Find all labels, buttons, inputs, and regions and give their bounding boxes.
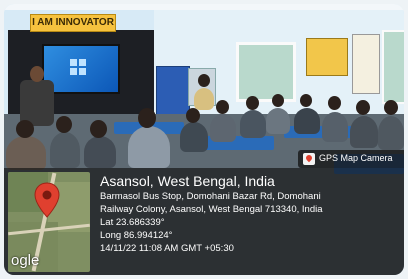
student-head bbox=[300, 94, 312, 107]
student bbox=[84, 136, 116, 168]
latitude: Lat 23.686339° bbox=[100, 217, 165, 228]
student-head bbox=[198, 74, 210, 87]
window-right bbox=[382, 30, 404, 104]
student-head bbox=[90, 120, 107, 138]
student-head bbox=[186, 108, 200, 123]
gps-map-camera-icon bbox=[303, 153, 315, 165]
teacher-head bbox=[30, 66, 44, 82]
student bbox=[266, 108, 290, 134]
gps-map-camera-tag: GPS Map Camera bbox=[298, 150, 404, 168]
wall-poster bbox=[306, 38, 348, 76]
student-head bbox=[16, 120, 34, 138]
student bbox=[6, 136, 46, 170]
address-line-2: Railway Colony, Asansol, West Bengal 713… bbox=[100, 204, 323, 215]
ceiling bbox=[4, 4, 404, 10]
student bbox=[50, 132, 80, 168]
map-logo-text: ogle bbox=[11, 252, 40, 269]
student bbox=[194, 88, 214, 110]
wall-chart bbox=[352, 34, 380, 94]
student bbox=[350, 116, 378, 148]
student-head bbox=[272, 94, 284, 107]
student-head bbox=[384, 100, 398, 115]
longitude: Long 86.994124° bbox=[100, 230, 173, 241]
windows-logo-icon bbox=[70, 59, 86, 75]
student-head bbox=[246, 96, 259, 110]
student-head bbox=[216, 100, 229, 114]
gps-map-camera-label: GPS Map Camera bbox=[319, 153, 393, 163]
location-info: Asansol, West Bengal, India Barmasol Bus… bbox=[100, 172, 400, 255]
student-head bbox=[138, 108, 156, 128]
student-head bbox=[56, 116, 72, 133]
innovator-banner: I AM INNOVATOR bbox=[30, 14, 116, 32]
student bbox=[128, 126, 170, 168]
student bbox=[378, 116, 404, 150]
student bbox=[240, 110, 266, 138]
student bbox=[322, 112, 348, 142]
photo-frame: I AM INNOVATOR GPS Map Camera ogle Asans… bbox=[4, 4, 404, 275]
student bbox=[180, 122, 208, 152]
location-title: Asansol, West Bengal, India bbox=[100, 173, 275, 189]
mini-map: ogle bbox=[8, 172, 90, 272]
student bbox=[210, 114, 236, 142]
window bbox=[236, 42, 296, 102]
address-line-1: Barmasol Bus Stop, Domohani Bazar Rd, Do… bbox=[100, 191, 321, 202]
location-pin-icon bbox=[34, 182, 60, 218]
student bbox=[294, 108, 320, 134]
student-head bbox=[356, 100, 370, 115]
timestamp: 14/11/22 11:08 AM GMT +05:30 bbox=[100, 243, 234, 254]
student-head bbox=[328, 96, 341, 110]
